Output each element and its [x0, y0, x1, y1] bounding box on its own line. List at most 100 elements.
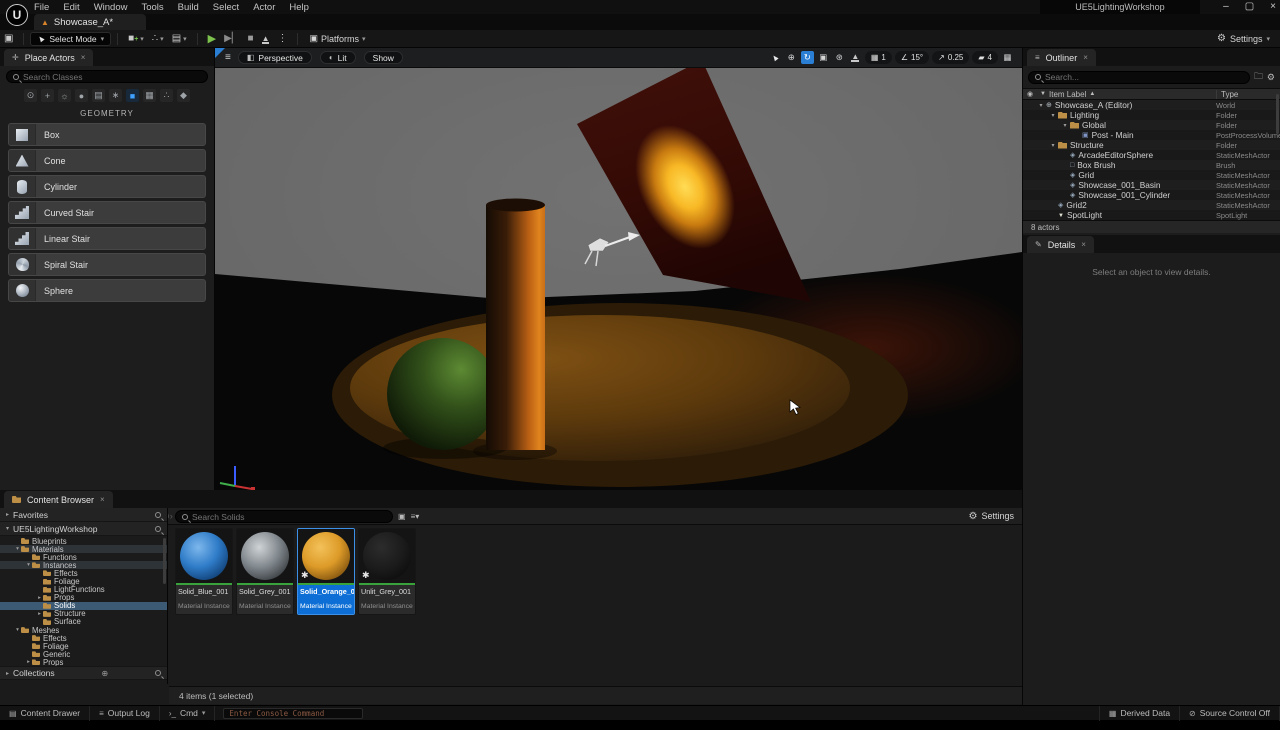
- search-icon[interactable]: [155, 670, 161, 676]
- outliner-row[interactable]: Showcase_A (Editor) World: [1023, 100, 1280, 110]
- category-icon[interactable]: [92, 89, 105, 102]
- folder-tree-row[interactable]: Functions: [0, 553, 167, 561]
- category-icon[interactable]: [41, 89, 54, 102]
- outliner-row[interactable]: Showcase_001_Cylinder StaticMeshActor: [1023, 190, 1280, 200]
- outliner-row[interactable]: Grid StaticMeshActor: [1023, 170, 1280, 180]
- menu-item[interactable]: Help: [289, 2, 309, 13]
- folder-tree-row[interactable]: Props: [0, 658, 167, 666]
- sphere-mesh[interactable]: [387, 338, 499, 450]
- filter-icon[interactable]: ≡▾: [411, 512, 420, 521]
- place-actor-item[interactable]: Box: [8, 123, 206, 146]
- menu-item[interactable]: Select: [213, 2, 239, 13]
- folder-tree-row[interactable]: Structure: [0, 610, 167, 618]
- close-icon[interactable]: ×: [100, 495, 105, 504]
- grid-snap-control[interactable]: ▦ 1: [865, 51, 892, 64]
- camera-speed-control[interactable]: ▰ 4: [972, 51, 998, 64]
- search-icon[interactable]: [155, 526, 161, 532]
- level-tab[interactable]: ▲ Showcase_A*: [34, 14, 146, 30]
- outliner-row[interactable]: Post - Main PostProcessVolume: [1023, 130, 1280, 140]
- place-actor-item[interactable]: Spiral Stair: [8, 253, 206, 276]
- folder-tree-row[interactable]: Meshes: [0, 626, 167, 634]
- close-icon[interactable]: ×: [1083, 53, 1088, 62]
- asset-tile[interactable]: ✱ Solid_Orange_001 Material Instance: [297, 528, 355, 615]
- expand-arrow-icon[interactable]: [1049, 112, 1057, 119]
- outliner-row[interactable]: Showcase_001_Basin StaticMeshActor: [1023, 180, 1280, 190]
- viewport-menu-icon[interactable]: ≡: [225, 52, 231, 63]
- platforms-dropdown[interactable]: ▣ Platforms ▾: [304, 33, 370, 44]
- menu-item[interactable]: File: [34, 2, 49, 13]
- folder-tree-row[interactable]: Instances: [0, 561, 167, 569]
- viewport[interactable]: ≡ ◧ Perspective ◐ Lit Show ▲ ⊕ ↻ ▣ ⊛ ▲ ▦…: [215, 48, 1022, 490]
- expand-arrow-icon[interactable]: [14, 546, 21, 552]
- category-icon[interactable]: [109, 89, 122, 102]
- console-command-input[interactable]: [223, 708, 363, 719]
- expand-arrow-icon[interactable]: [1061, 122, 1069, 129]
- expand-arrow-icon[interactable]: [1037, 102, 1045, 109]
- folder-tree-row[interactable]: Foliage: [0, 642, 167, 650]
- expand-arrow-icon[interactable]: [14, 627, 21, 633]
- tab-content-browser[interactable]: Content Browser ×: [4, 491, 113, 508]
- column-item-label[interactable]: Item Label: [1049, 90, 1086, 99]
- move-tool[interactable]: ⊕: [785, 51, 798, 64]
- asset-tile[interactable]: ✱ Solid_Blue_001 Material Instance: [175, 528, 233, 615]
- folder-tree-row[interactable]: Surface: [0, 618, 167, 626]
- folder-tree-row[interactable]: Generic: [0, 650, 167, 658]
- cmd-dropdown[interactable]: ›_ Cmd ▾: [160, 706, 216, 721]
- close-icon[interactable]: ×: [1081, 240, 1086, 249]
- collections-row[interactable]: ▸ Collections ⊕: [0, 666, 167, 680]
- outliner-search-input[interactable]: [1045, 72, 1243, 82]
- category-icon[interactable]: [58, 89, 71, 102]
- unreal-logo-icon[interactable]: U: [6, 4, 28, 26]
- frame-skip-button[interactable]: ▶▏: [220, 33, 243, 44]
- add-actor-dropdown[interactable]: ■+ ▾: [124, 33, 148, 44]
- place-actor-item[interactable]: Linear Stair: [8, 227, 206, 250]
- tab-place-actors[interactable]: ✛ Place Actors ×: [4, 49, 93, 66]
- eye-icon[interactable]: ◉: [1023, 90, 1037, 98]
- folder-tree-row[interactable]: LightFunctions: [0, 586, 167, 594]
- search-icon[interactable]: [155, 512, 161, 518]
- outliner-settings-icon[interactable]: ⚙: [1267, 72, 1275, 83]
- folder-tree-row[interactable]: Effects: [0, 634, 167, 642]
- tab-details[interactable]: ✎ Details ×: [1027, 236, 1094, 253]
- minimize-button[interactable]: –: [1223, 2, 1229, 12]
- surface-snapping-toggle[interactable]: ▲: [849, 51, 862, 64]
- rotate-tool[interactable]: ↻: [801, 51, 814, 64]
- asset-tile[interactable]: ✱ Solid_Grey_001 Material Instance: [236, 528, 294, 615]
- outliner-row[interactable]: Lighting Folder: [1023, 110, 1280, 120]
- add-collection-icon[interactable]: ⊕: [101, 669, 108, 678]
- save-icon[interactable]: ▣: [0, 33, 17, 44]
- outliner-row[interactable]: ArcadeEditorSphere StaticMeshActor: [1023, 150, 1280, 160]
- asset-tile[interactable]: ✱ Unlit_Grey_001 Material Instance: [358, 528, 416, 615]
- perspective-dropdown[interactable]: ◧ Perspective: [238, 51, 312, 64]
- expand-arrow-icon[interactable]: [25, 659, 32, 665]
- place-actor-item[interactable]: Sphere: [8, 279, 206, 302]
- outliner-row[interactable]: Box Brush Brush: [1023, 160, 1280, 170]
- select-mode-dropdown[interactable]: ▲ Select Mode ▾: [30, 32, 111, 46]
- column-type[interactable]: Type: [1216, 90, 1280, 99]
- maximize-button[interactable]: ▢: [1245, 2, 1254, 12]
- settings-dropdown[interactable]: ⚙ Settings ▾: [1217, 33, 1280, 44]
- stop-button[interactable]: ■: [244, 33, 258, 44]
- maximize-viewport-button[interactable]: ▦: [1001, 51, 1014, 64]
- search-assets-input[interactable]: [192, 512, 386, 522]
- search-classes-input[interactable]: [23, 72, 201, 82]
- output-log-button[interactable]: ≡ Output Log: [90, 706, 160, 721]
- category-icon[interactable]: [177, 89, 190, 102]
- menu-item[interactable]: Build: [178, 2, 199, 13]
- pin-icon[interactable]: ▼: [1037, 91, 1049, 97]
- project-root-row[interactable]: ▾ UE5LightingWorkshop: [0, 522, 167, 536]
- outliner-row[interactable]: Global Folder: [1023, 120, 1280, 130]
- derived-data-button[interactable]: ▦ Derived Data: [1099, 706, 1180, 721]
- new-folder-icon[interactable]: 🗀: [1254, 69, 1263, 85]
- play-button[interactable]: ▶: [204, 32, 220, 45]
- folder-tree-row[interactable]: Blueprints: [0, 537, 167, 545]
- tree-scrollbar[interactable]: [163, 538, 166, 584]
- category-icon[interactable]: [75, 89, 88, 102]
- category-icon[interactable]: [126, 89, 139, 102]
- folder-tree-row[interactable]: Materials: [0, 545, 167, 553]
- expand-arrow-icon[interactable]: [36, 595, 43, 601]
- cinematics-dropdown[interactable]: ▤ ▾: [168, 33, 191, 44]
- scale-snap-control[interactable]: ↗ 0.25: [932, 51, 969, 64]
- expand-arrow-icon[interactable]: [25, 562, 32, 568]
- expand-arrow-icon[interactable]: [1049, 142, 1057, 149]
